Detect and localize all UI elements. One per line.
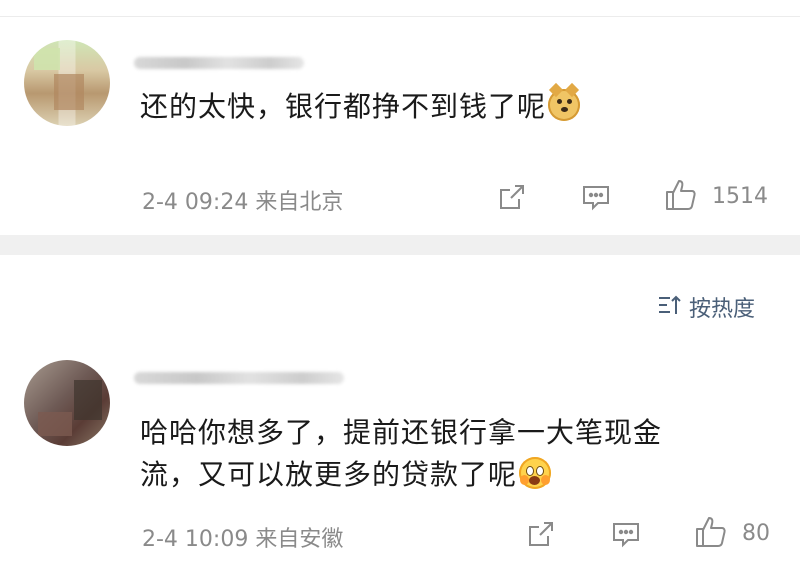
avatar[interactable] — [24, 40, 110, 126]
comment-time: 2-4 09:24 — [142, 190, 249, 215]
comment-time: 2-4 10:09 — [142, 527, 249, 552]
section-divider — [0, 235, 800, 255]
share-icon[interactable] — [526, 519, 556, 549]
reply-icon[interactable] — [581, 182, 611, 212]
comment-meta: 2-4 09:24 来自北京 — [142, 184, 343, 216]
like-count: 1514 — [712, 184, 768, 209]
top-divider — [0, 16, 800, 17]
username-blurred[interactable] — [134, 57, 304, 69]
thumbs-up-icon[interactable] — [663, 177, 699, 213]
sort-icon — [657, 293, 683, 321]
share-icon[interactable] — [497, 182, 527, 212]
comment-text: 哈哈你想多了，提前还银行拿一大笔现金 流，又可以放更多的贷款了呢 — [140, 416, 663, 491]
reply-icon[interactable] — [611, 519, 641, 549]
comment-location: 来自北京 — [255, 190, 344, 215]
sort-label: 按热度 — [689, 297, 756, 322]
username-blurred[interactable] — [134, 372, 344, 384]
avatar[interactable] — [24, 360, 110, 446]
like-count: 80 — [742, 521, 770, 546]
sort-by-hot-button[interactable]: 按热度 — [657, 291, 755, 323]
thumbs-up-icon[interactable] — [693, 514, 729, 550]
comment-meta: 2-4 10:09 来自安徽 — [142, 521, 343, 553]
comment-location: 来自安徽 — [255, 527, 344, 552]
doge-emoji — [548, 82, 581, 121]
scared-emoji — [519, 457, 552, 489]
comment-text: 还的太快，银行都挣不到钱了呢 — [140, 82, 740, 128]
